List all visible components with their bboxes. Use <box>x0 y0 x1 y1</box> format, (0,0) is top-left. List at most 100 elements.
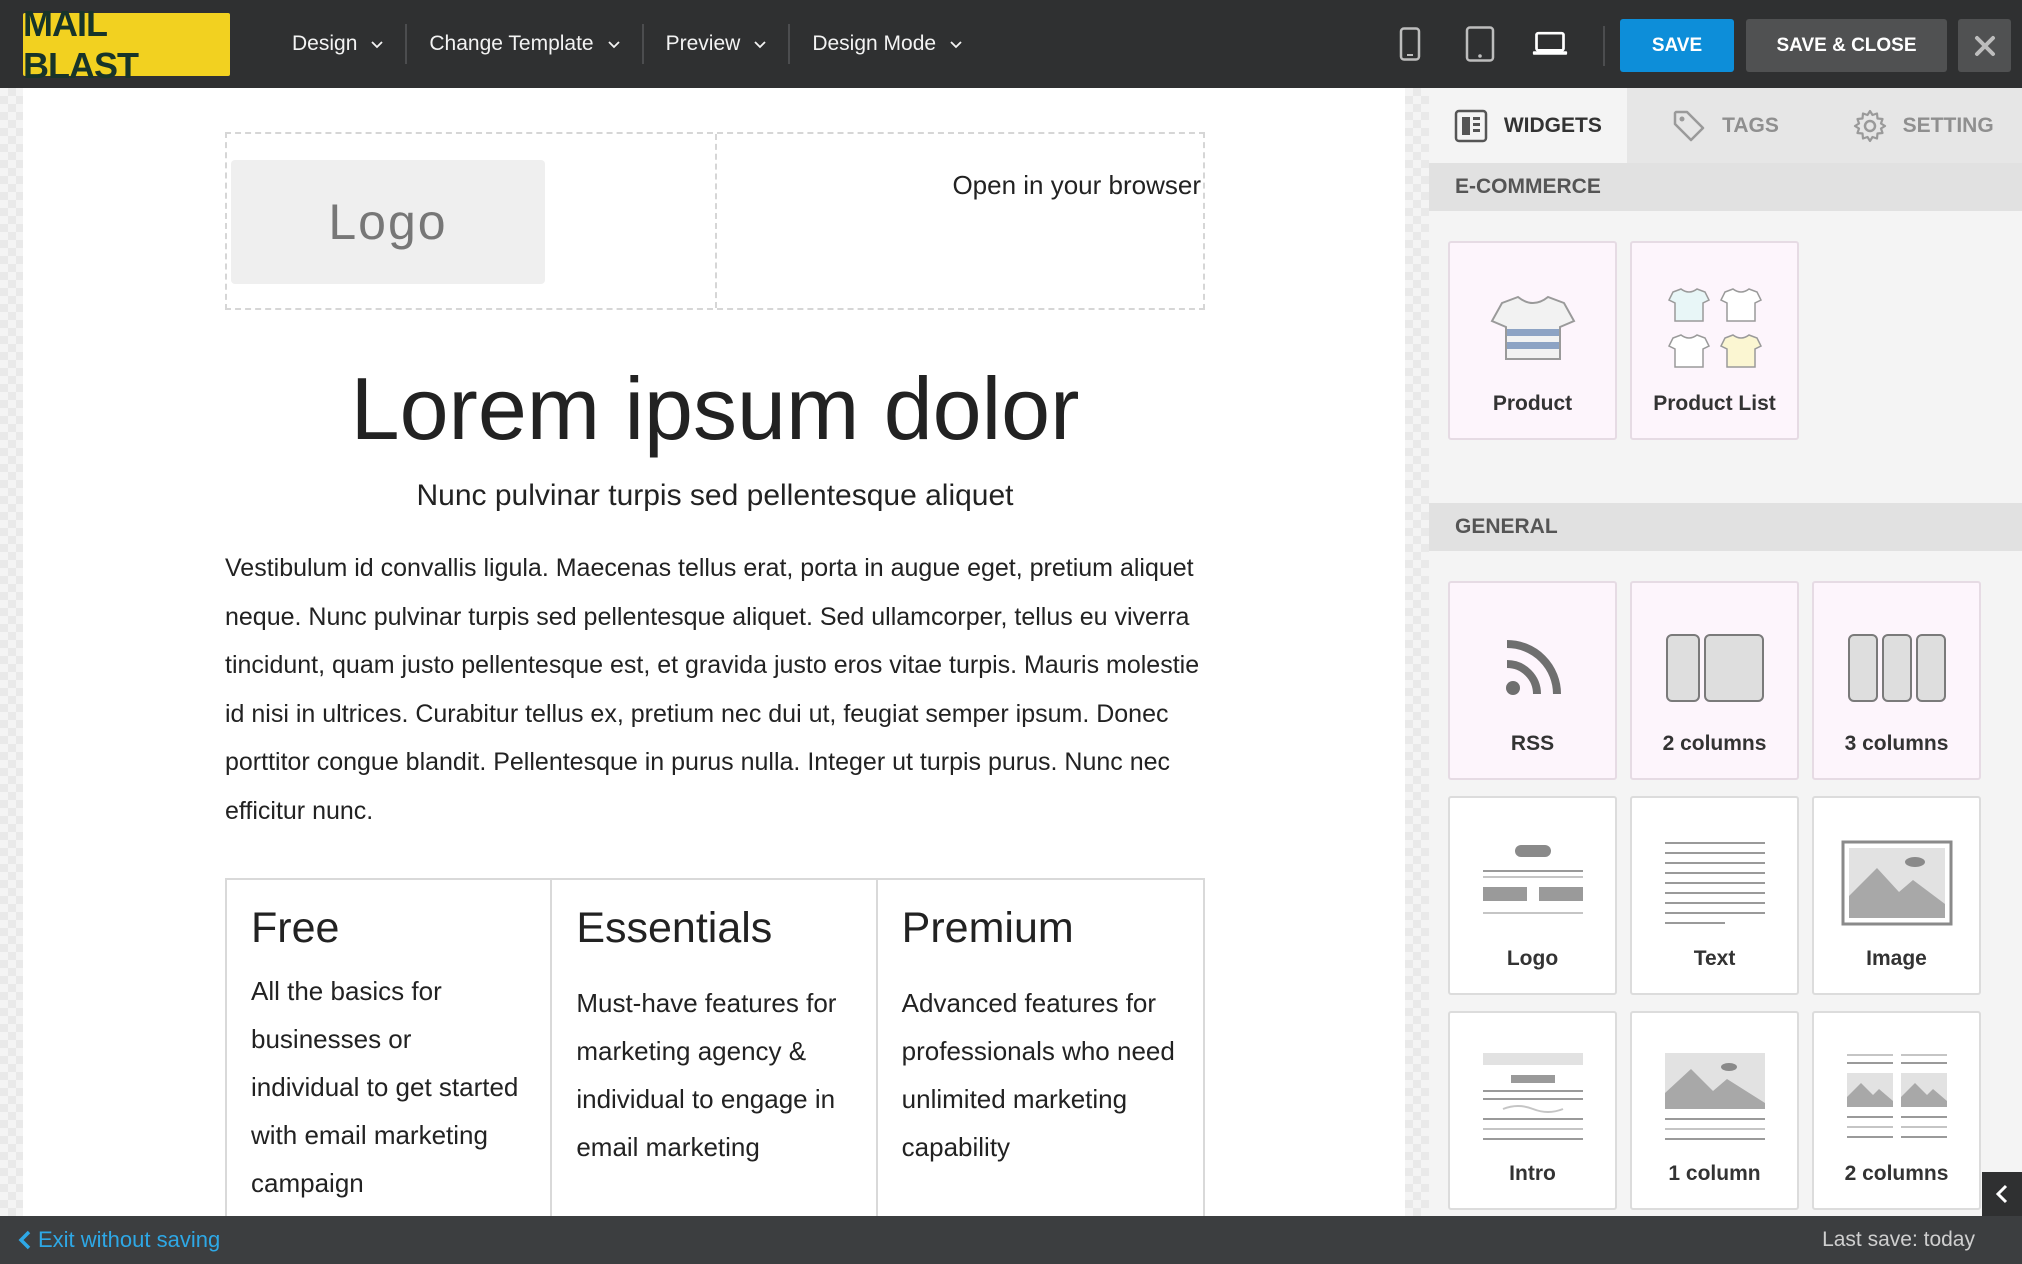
menu-design[interactable]: Design <box>270 24 405 64</box>
widget-icon-wrap <box>1632 818 1797 948</box>
tab-setting-label: SETTING <box>1902 113 1994 137</box>
mobile-preview-button[interactable] <box>1392 24 1428 64</box>
tshirt-icon <box>1490 295 1575 360</box>
save-and-close-button[interactable]: SAVE & CLOSE <box>1746 19 1947 72</box>
widget-icon-wrap <box>1632 263 1797 393</box>
widget-label: Product List <box>1653 392 1776 415</box>
email-header-left-column[interactable]: Logo <box>227 134 717 308</box>
widget-icon-wrap <box>1814 818 1979 948</box>
widget-icon-wrap <box>1450 263 1615 393</box>
widget-intro[interactable]: Intro <box>1448 1011 1617 1210</box>
close-button[interactable] <box>1958 19 2011 72</box>
plan-premium[interactable]: Premium Advanced features for profession… <box>878 880 1203 1216</box>
tablet-preview-button[interactable] <box>1462 24 1498 64</box>
widgets-panel: WIDGETS TAGS SETTING E-COMMERCE Product … <box>1429 88 2022 1216</box>
top-toolbar: MAIL BLAST Design Change Template Previe… <box>0 0 2022 88</box>
intro-block-icon <box>1482 1053 1583 1140</box>
email-body-text[interactable]: Vestibulum id convallis ligula. Maecenas… <box>225 544 1215 835</box>
widget-logo[interactable]: Logo <box>1448 796 1617 995</box>
chevron-left-icon <box>1995 1184 2008 1204</box>
logo-placeholder[interactable]: Logo <box>231 160 545 284</box>
menu-design-label: Design <box>292 32 358 55</box>
widget-label: Logo <box>1506 947 1559 970</box>
email-subheadline[interactable]: Nunc pulvinar turpis sed pellentesque al… <box>225 479 1205 513</box>
widget-1-column[interactable]: 1 column <box>1630 1011 1799 1210</box>
plan-description: Must-have features for marketing agency … <box>576 988 837 1162</box>
open-in-browser-link[interactable]: Open in your browser <box>952 170 1201 201</box>
tab-tags[interactable]: TAGS <box>1627 88 1825 163</box>
widget-text[interactable]: Text <box>1630 796 1799 995</box>
widget-label: Intro <box>1509 1162 1556 1185</box>
widget-label: 3 columns <box>1844 732 1949 755</box>
widgets-icon <box>1454 109 1488 142</box>
widget-2-columns[interactable]: 2 columns <box>1630 581 1799 780</box>
widget-icon-wrap <box>1450 603 1615 733</box>
tablet-icon <box>1465 26 1495 62</box>
menu-design-mode[interactable]: Design Mode <box>790 24 984 64</box>
plan-essentials[interactable]: Essentials Must-have features for market… <box>552 880 878 1216</box>
menu-change-template[interactable]: Change Template <box>407 24 641 64</box>
tab-setting[interactable]: SETTING <box>1824 88 2022 163</box>
widget-label: 2 columns <box>1662 732 1767 755</box>
chevron-down-icon <box>607 41 620 49</box>
menu-preview[interactable]: Preview <box>644 24 789 64</box>
plan-description: All the basics for businesses or individ… <box>251 976 519 1198</box>
two-column-images-icon <box>1846 1054 1947 1138</box>
collapse-panel-button[interactable] <box>1982 1172 2022 1216</box>
widget-3-columns[interactable]: 3 columns <box>1812 581 1981 780</box>
widget-label: RSS <box>1510 732 1555 755</box>
one-column-image-icon <box>1664 1053 1765 1140</box>
widget-rss[interactable]: RSS <box>1448 581 1617 780</box>
menu-design-mode-label: Design Mode <box>812 32 937 55</box>
widget-product-list[interactable]: Product List <box>1630 241 1799 440</box>
widget-image[interactable]: Image <box>1812 796 1981 995</box>
image-icon <box>1841 840 1952 926</box>
exit-without-saving-link[interactable]: Exit without saving <box>18 1216 220 1264</box>
widget-icon-wrap <box>1632 1033 1797 1163</box>
widget-icon-wrap <box>1814 603 1979 733</box>
widget-product[interactable]: Product <box>1448 241 1617 440</box>
gear-icon <box>1853 109 1886 142</box>
chevron-down-icon <box>371 41 384 49</box>
save-button[interactable]: SAVE <box>1620 19 1734 72</box>
chevron-left-icon <box>18 1230 31 1250</box>
canvas-margin <box>0 88 23 1216</box>
plan-title: Essentials <box>576 904 773 952</box>
plan-free[interactable]: Free All the basics for businesses or in… <box>227 880 553 1216</box>
widget-icon-wrap <box>1814 1033 1979 1163</box>
close-icon <box>1974 35 1995 56</box>
email-header-right-column[interactable]: Open in your browser <box>717 134 1203 308</box>
text-lines-icon <box>1664 842 1765 924</box>
email-header-row[interactable]: Logo Open in your browser <box>225 132 1205 310</box>
menu-preview-label: Preview <box>665 32 741 55</box>
two-columns-icon <box>1665 634 1764 702</box>
widget-icon-wrap <box>1632 603 1797 733</box>
email-headline[interactable]: Lorem ipsum dolor <box>225 358 1205 460</box>
widget-label: Image <box>1866 947 1927 970</box>
widget-2-columns-images[interactable]: 2 columns <box>1812 1011 1981 1210</box>
section-ecommerce-header: E-COMMERCE <box>1429 163 2022 211</box>
plan-description: Advanced features for professionals who … <box>901 988 1175 1162</box>
plan-title: Premium <box>901 904 1074 952</box>
tag-icon <box>1673 110 1705 141</box>
widget-label: Text <box>1693 947 1736 970</box>
desktop-preview-button[interactable] <box>1532 24 1568 64</box>
pricing-table[interactable]: Free All the basics for businesses or in… <box>225 878 1205 1216</box>
brand-logo: MAIL BLAST <box>23 3 230 86</box>
exit-label: Exit without saving <box>38 1227 221 1252</box>
tab-widgets[interactable]: WIDGETS <box>1429 88 1627 163</box>
mobile-icon <box>1399 27 1421 61</box>
toolbar-separator <box>1603 26 1605 66</box>
chevron-down-icon <box>754 41 766 49</box>
canvas-margin <box>1405 88 1429 1216</box>
last-save-status: Last save: today <box>1822 1228 1975 1251</box>
logo-block-icon <box>1482 845 1583 914</box>
three-columns-icon <box>1847 634 1946 702</box>
widget-icon-wrap <box>1450 818 1615 948</box>
laptop-icon <box>1532 31 1568 55</box>
widget-icon-wrap <box>1450 1033 1615 1163</box>
email-canvas: Logo Open in your browser Lorem ipsum do… <box>23 88 1405 1216</box>
tab-widgets-label: WIDGETS <box>1503 113 1602 137</box>
widget-label: 2 columns <box>1844 1162 1949 1185</box>
bottom-status-bar: Exit without saving Last save: today <box>0 1216 2022 1264</box>
